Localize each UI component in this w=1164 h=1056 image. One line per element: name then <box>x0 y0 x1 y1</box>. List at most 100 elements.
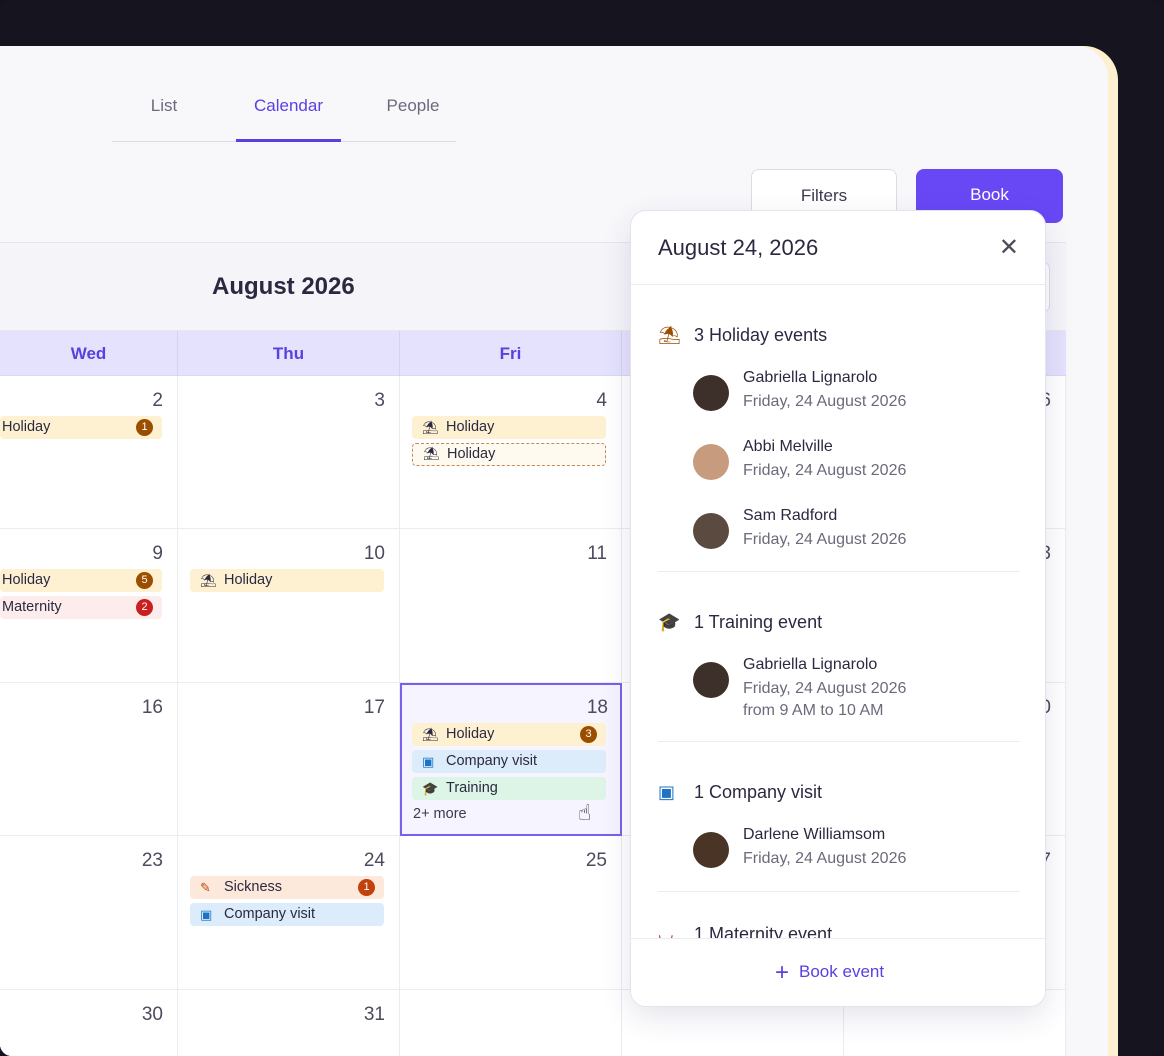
popover-title: August 24, 2026 <box>658 235 819 260</box>
day-cell-2[interactable]: 2 Holiday 1 <box>0 376 178 529</box>
popover-body: ⛱ 3 Holiday events Gabriella Lignarolo F… <box>631 285 1045 940</box>
day-cell-17[interactable]: 17 <box>178 683 400 836</box>
avatar <box>693 513 729 549</box>
event-count-badge: 1 <box>358 879 375 896</box>
id-badge-icon: ▣ <box>200 907 213 922</box>
day-cell-31[interactable]: 31 <box>178 990 400 1056</box>
event-label: Holiday <box>2 419 51 435</box>
training-section: 🎓 1 Training event Gabriella Lignarolo F… <box>658 612 1020 732</box>
event-holiday[interactable]: ⛱ Holiday <box>412 416 606 439</box>
person-name: Gabriella Lignarolo <box>743 656 878 673</box>
event-holiday[interactable]: ⛱ Holiday 3 <box>412 723 606 746</box>
person-name: Gabriella Lignarolo <box>743 369 878 386</box>
day-cell-10[interactable]: 10 ⛱ Holiday <box>178 529 400 683</box>
weekday-wed: Wed <box>0 331 178 376</box>
device-frame: List Calendar People Filters Book August… <box>0 0 1164 1056</box>
person-date: Friday, 24 August 2026 <box>743 680 907 697</box>
event-label: Sickness <box>224 879 283 895</box>
day-detail-popover: August 24, 2026 ✕ ⛱ 3 Holiday events Gab… <box>630 210 1046 1007</box>
event-count-badge: 1 <box>136 419 153 436</box>
event-holiday[interactable]: Holiday 5 <box>0 569 162 592</box>
thermometer-icon: ✎ <box>200 880 211 895</box>
beach-umbrella-icon: ⛱ <box>422 420 439 435</box>
day-number: 10 <box>363 543 385 564</box>
beach-umbrella-icon: ⛱ <box>423 446 440 461</box>
section-heading: 1 Company visit <box>694 782 823 802</box>
event-label: Holiday <box>224 572 273 588</box>
day-cell-4[interactable]: 4 ⛱ Holiday ⛱ Holiday <box>400 376 622 529</box>
day-number: 25 <box>585 850 607 871</box>
beach-umbrella-icon: ⛱ <box>422 727 439 742</box>
person-date: Friday, 24 August 2026 <box>743 462 907 479</box>
event-sickness[interactable]: ✎ Sickness 1 <box>190 876 384 899</box>
event-label: Holiday <box>446 726 495 742</box>
day-number: 2 <box>152 390 163 411</box>
section-heading: 3 Holiday events <box>694 325 828 345</box>
hand-pointer-cursor-icon: ☝ <box>578 800 592 825</box>
event-label: Holiday <box>2 572 51 588</box>
day-cell-24[interactable]: 24 ✎ Sickness 1 ▣ Company visit <box>178 836 400 990</box>
divider <box>658 741 1020 742</box>
book-event-button[interactable]: + Book event <box>775 959 884 987</box>
day-number: 24 <box>363 850 385 871</box>
event-holiday[interactable]: Holiday 1 <box>0 416 162 439</box>
book-event-label: Book event <box>799 962 885 981</box>
day-cell-3[interactable]: 3 <box>178 376 400 529</box>
person-date: Friday, 24 August 2026 <box>743 850 907 867</box>
event-maternity[interactable]: Maternity 2 <box>0 596 162 619</box>
beach-umbrella-icon: ⛱ <box>200 573 217 588</box>
day-number: 11 <box>587 543 607 564</box>
more-events-link[interactable]: 2+ more <box>413 806 467 822</box>
event-holiday-pending[interactable]: ⛱ Holiday <box>412 443 606 466</box>
day-cell-30[interactable]: 30 <box>0 990 178 1056</box>
day-cell-empty[interactable] <box>400 990 622 1056</box>
day-cell-18-selected[interactable]: 18 ⛱ Holiday 3 ▣ Company visit 🎓 Trainin… <box>400 683 622 836</box>
event-count-badge: 5 <box>136 572 153 589</box>
day-number: 18 <box>586 697 608 718</box>
weekday-thu: Thu <box>178 331 400 376</box>
tab-calendar[interactable]: Calendar <box>236 96 341 142</box>
month-title: August 2026 <box>212 273 355 300</box>
tab-list[interactable]: List <box>132 96 196 142</box>
avatar <box>693 832 729 868</box>
avatar <box>693 375 729 411</box>
graduation-cap-icon: 🎓 <box>422 781 439 796</box>
day-cell-23[interactable]: 23 <box>0 836 178 990</box>
avatar <box>693 444 729 480</box>
id-badge-icon: ▣ <box>422 754 435 769</box>
event-label: Maternity <box>2 599 62 615</box>
day-cell-9[interactable]: 9 Holiday 5 Maternity 2 <box>0 529 178 683</box>
section-heading: 1 Training event <box>694 612 823 632</box>
person-date: Friday, 24 August 2026 <box>743 531 907 548</box>
event-company-visit[interactable]: ▣ Company visit <box>412 750 606 773</box>
event-label: Training <box>446 780 498 796</box>
day-cell-16[interactable]: 16 <box>0 683 178 836</box>
tab-people[interactable]: People <box>372 96 454 142</box>
day-cell-11[interactable]: 11 <box>400 529 622 683</box>
popover-footer: + Book event <box>631 938 1045 1006</box>
day-number: 4 <box>596 390 607 411</box>
event-holiday[interactable]: ⛱ Holiday <box>190 569 384 592</box>
event-label: Company visit <box>224 906 316 922</box>
event-label: Company visit <box>446 753 538 769</box>
event-label: Holiday <box>447 446 496 462</box>
day-number: 30 <box>141 1004 163 1025</box>
event-label: Holiday <box>446 419 495 435</box>
view-tabs: List Calendar People <box>112 80 456 142</box>
event-count-badge: 2 <box>136 599 153 616</box>
event-training[interactable]: 🎓 Training <box>412 777 606 800</box>
person-name: Sam Radford <box>743 507 838 524</box>
day-cell-25[interactable]: 25 <box>400 836 622 990</box>
person-name: Abbi Melville <box>743 438 833 455</box>
day-number: 23 <box>141 850 163 871</box>
avatar <box>693 662 729 698</box>
day-number: 17 <box>363 697 385 718</box>
divider <box>658 891 1020 892</box>
plus-icon: + <box>775 959 790 986</box>
company-visit-section: ▣ 1 Company visit Darlene Williamsom Fri… <box>658 782 1020 882</box>
close-icon[interactable]: ✕ <box>999 233 1019 262</box>
event-company-visit[interactable]: ▣ Company visit <box>190 903 384 926</box>
event-count-badge: 3 <box>580 726 597 743</box>
holiday-section: ⛱ 3 Holiday events Gabriella Lignarolo F… <box>658 325 1020 565</box>
day-number: 9 <box>152 543 163 564</box>
